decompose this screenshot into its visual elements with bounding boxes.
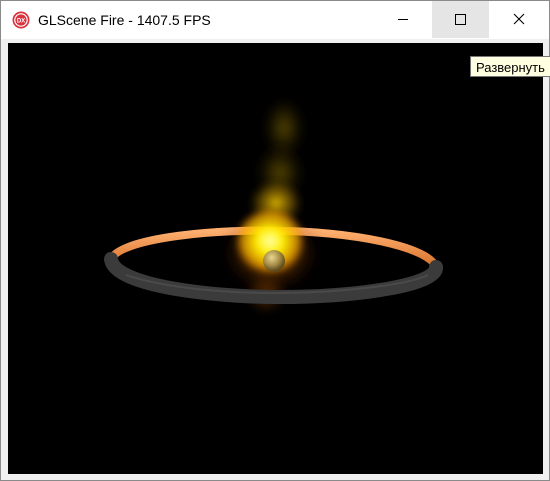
svg-text:DX: DX bbox=[17, 19, 25, 25]
dx-app-icon: DX bbox=[12, 11, 30, 29]
minimize-button[interactable] bbox=[375, 1, 432, 38]
minimize-icon bbox=[398, 19, 408, 20]
close-icon bbox=[513, 13, 525, 25]
gl-viewport[interactable] bbox=[8, 43, 543, 474]
maximize-button[interactable] bbox=[432, 1, 489, 38]
window-title: GLScene Fire - 1407.5 FPS bbox=[38, 12, 211, 28]
app-window: DX GLScene Fire - 1407.5 FPS Развернуть bbox=[0, 0, 550, 481]
fire-scene bbox=[104, 96, 443, 307]
title-bar[interactable]: DX GLScene Fire - 1407.5 FPS bbox=[1, 1, 549, 39]
maximize-tooltip: Развернуть bbox=[470, 56, 550, 77]
emitter-sphere bbox=[263, 250, 285, 272]
maximize-icon bbox=[455, 14, 466, 25]
close-button[interactable] bbox=[489, 1, 549, 38]
